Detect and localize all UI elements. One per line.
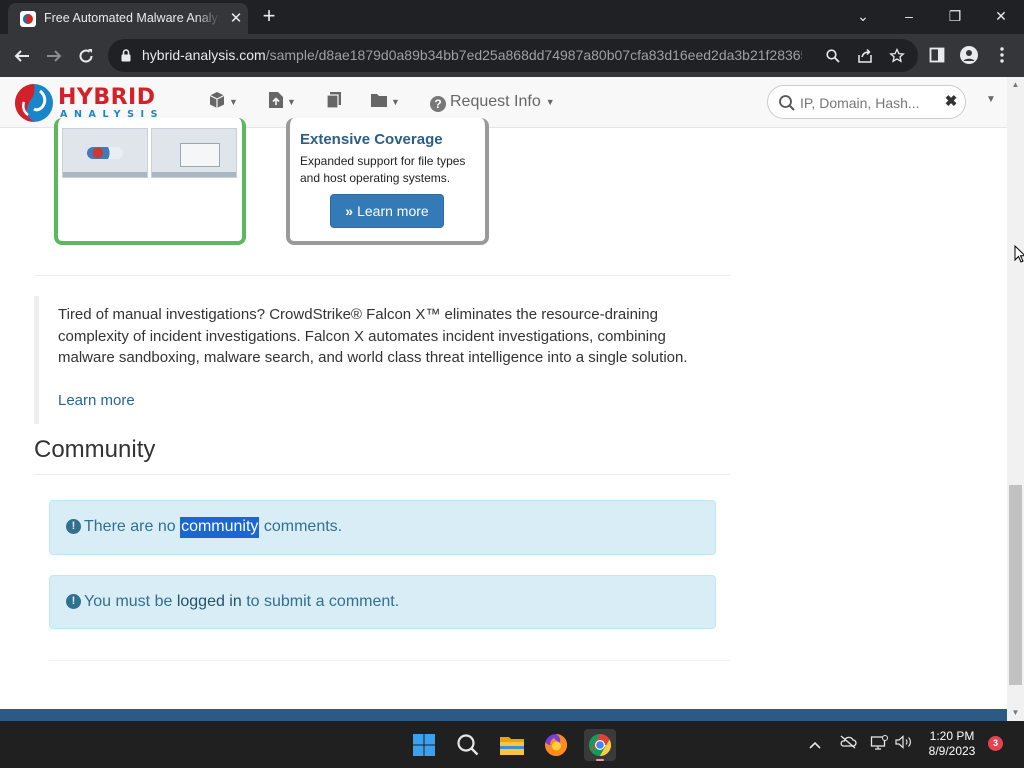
page-scrollbar[interactable]: ▲ ▼ [1007, 77, 1024, 721]
url-domain: hybrid-analysis.com [142, 47, 266, 63]
request-info-label: Request Info [450, 93, 541, 111]
divider [34, 275, 730, 276]
network-icon[interactable] [869, 735, 889, 755]
screenshot-thumbnail[interactable] [151, 128, 237, 178]
tab-title: Free Automated Malware Analysis [44, 11, 220, 27]
coverage-learn-more-label: Learn more [357, 203, 429, 219]
close-window-button[interactable]: ✕ [978, 0, 1024, 34]
zoom-search-icon[interactable] [824, 47, 842, 65]
share-icon[interactable] [856, 47, 874, 65]
firefox-icon[interactable] [540, 729, 572, 761]
site-search-input[interactable] [800, 93, 930, 113]
file-upload-icon [269, 92, 283, 109]
exclamation-circle-icon: ! [66, 519, 81, 534]
nav-upload-menu[interactable]: ▼ [268, 91, 296, 113]
browser-tab[interactable]: Free Automated Malware Analysis ✕ [8, 3, 248, 34]
promo-text: Tired of manual investigations? CrowdStr… [58, 306, 688, 366]
nav-reports-button[interactable] [326, 91, 342, 113]
url-path: /sample/d8ae1879d0a89b34bb7ed25a868dd749… [265, 47, 802, 63]
exclamation-circle-icon: ! [66, 594, 81, 609]
browser-tabstrip: Free Automated Malware Analysis ✕ + ⌄ – … [0, 0, 1024, 34]
maximize-button[interactable]: ❐ [932, 0, 978, 34]
browser-toolbar: hybrid-analysis.com/sample/d8ae1879d0a89… [0, 34, 1024, 77]
logo-wordmark: HYBRID [58, 85, 156, 110]
divider [49, 660, 730, 661]
login-required-alert: ! You must be logged in to submit a comm… [49, 575, 716, 629]
volume-icon[interactable] [894, 735, 914, 755]
folder-icon [371, 94, 387, 108]
tab-close-icon[interactable]: ✕ [226, 9, 246, 29]
tray-overflow-chevron-icon[interactable] [805, 735, 825, 755]
no-comments-text: There are no community comments. [84, 517, 342, 538]
header-dropdown-caret-icon[interactable]: ▼ [986, 94, 996, 105]
browser-menu-icon[interactable] [991, 44, 1013, 66]
scroll-up-arrow-icon[interactable]: ▲ [1011, 80, 1020, 89]
mouse-cursor-icon [1014, 245, 1024, 263]
clear-search-icon[interactable]: ✖ [943, 93, 959, 111]
community-heading: Community [34, 436, 156, 463]
coverage-card-title: Extensive Coverage [300, 131, 443, 148]
no-comments-alert: ! There are no community comments. [49, 500, 716, 555]
url-text[interactable]: hybrid-analysis.com/sample/d8ae1879d0a89… [142, 47, 802, 63]
windows-taskbar: 1:20 PM 8/9/2023 3 [0, 721, 1024, 768]
forward-arrow-icon[interactable] [40, 42, 68, 70]
tab-search-icon[interactable]: ⌄ [840, 0, 886, 34]
coverage-learn-more-button[interactable]: » Learn more [330, 194, 444, 228]
nav-folder-menu[interactable]: ▼ [370, 91, 400, 113]
system-clock[interactable]: 1:20 PM 8/9/2023 [920, 729, 984, 759]
coverage-card-text: Expanded support for file types and host… [300, 154, 466, 185]
logo-mark-icon [15, 84, 53, 122]
site-footer-bar [0, 709, 1007, 721]
notification-badge[interactable]: 3 [988, 736, 1003, 751]
minimize-button[interactable]: – [886, 0, 932, 34]
falcon-promo-blockquote: Tired of manual investigations? CrowdStr… [34, 296, 730, 424]
screenshot-thumbnail[interactable] [62, 128, 148, 178]
reload-icon[interactable] [72, 42, 100, 70]
extensive-coverage-card: Extensive Coverage Expanded support for … [286, 118, 489, 245]
site-favicon-icon [20, 11, 36, 27]
promo-learn-more-link[interactable]: Learn more [58, 392, 135, 409]
windows-start-icon[interactable] [408, 729, 440, 761]
double-chevron-right-icon: » [345, 203, 354, 219]
file-explorer-icon[interactable] [496, 729, 528, 761]
taskbar-search-icon[interactable] [452, 729, 484, 761]
chrome-taskbar-icon[interactable] [584, 729, 616, 761]
clock-date: 8/9/2023 [928, 744, 976, 758]
back-arrow-icon[interactable] [8, 42, 36, 70]
bookmark-star-icon[interactable] [888, 47, 906, 65]
login-required-text: You must be logged in to submit a commen… [84, 593, 400, 610]
onedrive-offline-icon[interactable] [838, 735, 858, 755]
scrollbar-thumb[interactable] [1009, 485, 1022, 685]
question-circle-icon: ? [430, 96, 446, 113]
clock-time: 1:20 PM [929, 729, 975, 743]
new-tab-button[interactable]: + [256, 5, 282, 29]
profile-avatar-icon[interactable] [958, 44, 980, 66]
search-icon [779, 95, 795, 111]
copy-files-icon [326, 92, 341, 109]
address-bar[interactable]: hybrid-analysis.com/sample/d8ae1879d0a89… [108, 39, 918, 72]
nav-request-info-menu[interactable]: ? Request Info ▼ [430, 91, 555, 113]
lock-icon[interactable] [121, 49, 131, 62]
scroll-down-arrow-icon[interactable]: ▼ [1011, 708, 1020, 717]
selected-text-highlight: community [180, 517, 260, 538]
screenshots-card [54, 118, 246, 245]
side-panel-icon[interactable] [926, 44, 948, 66]
nav-sandbox-menu[interactable]: ▼ [208, 91, 238, 113]
divider [34, 474, 730, 475]
logged-in-link[interactable]: logged in [177, 593, 242, 610]
site-search-box[interactable]: ✖ [767, 85, 966, 119]
cube-icon [209, 92, 225, 109]
